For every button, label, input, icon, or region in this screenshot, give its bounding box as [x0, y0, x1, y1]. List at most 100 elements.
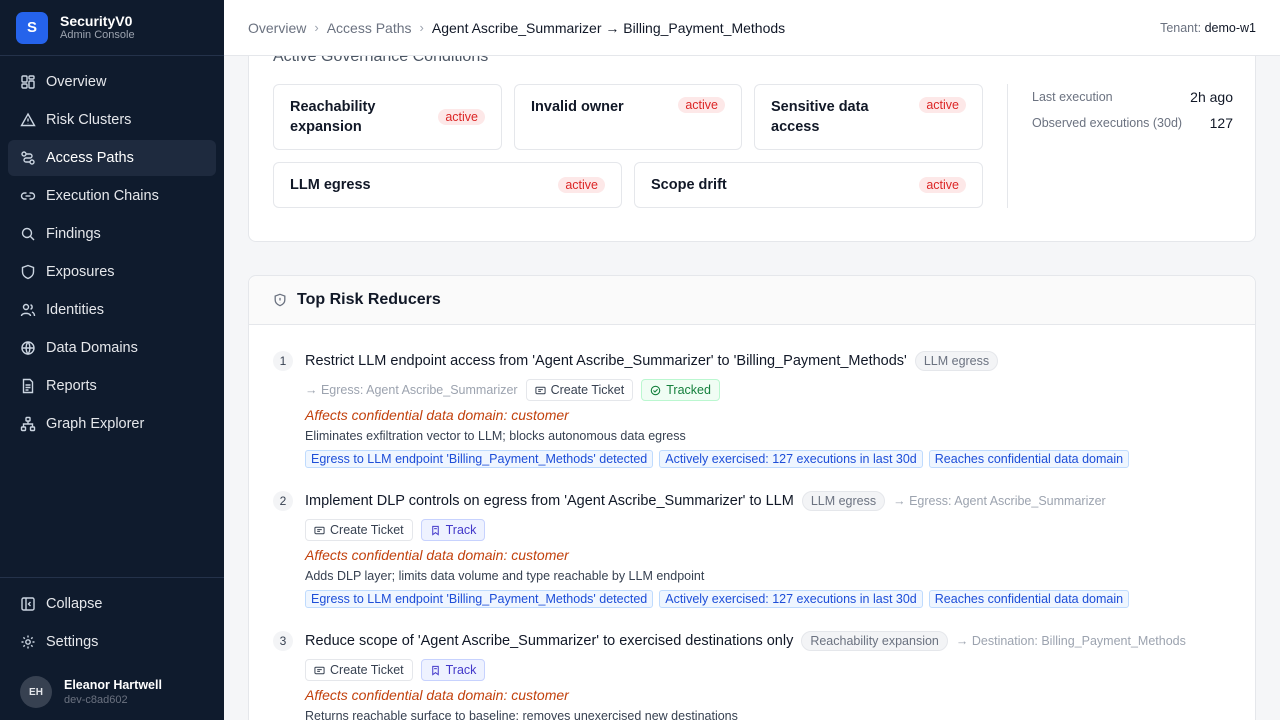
- evidence-chip: Egress to LLM endpoint 'Billing_Payment_…: [305, 590, 654, 608]
- item-description: Eliminates exfiltration vector to LLM; b…: [305, 429, 686, 443]
- main-content: Active Governance Conditions Reachabilit…: [224, 56, 1280, 720]
- sidebar-item-label: Overview: [46, 74, 107, 90]
- warning-triangle-icon: [20, 112, 36, 127]
- egress-meta: → Egress: Agent Ascribe_Summarizer: [305, 383, 518, 397]
- user-name: Eleanor Hartwell: [64, 678, 162, 692]
- track-button[interactable]: Track: [420, 659, 486, 681]
- bookmark-icon: [431, 665, 439, 676]
- user-profile[interactable]: EH Eleanor Hartwell dev-c8ad602: [8, 664, 216, 720]
- evidence-chip: Actively exercised: 127 executions in la…: [659, 590, 923, 608]
- create-ticket-button[interactable]: Create Ticket: [305, 659, 413, 681]
- ticket-icon: [535, 386, 546, 394]
- bookmark-icon: [431, 525, 439, 536]
- affects-text: Affects confidential data domain: custom…: [305, 687, 569, 703]
- breadcrumb: Overview › Access Paths › Agent Ascribe_…: [248, 20, 785, 36]
- create-ticket-label: Create Ticket: [330, 663, 404, 677]
- dashboard-icon: [21, 75, 35, 89]
- check-circle-icon: [650, 385, 661, 395]
- settings-button[interactable]: Settings: [8, 624, 216, 660]
- sidebar-nav: Overview Risk Clusters Access Paths Exec…: [0, 56, 224, 452]
- item-number: 2: [273, 491, 293, 511]
- track-button[interactable]: Track: [420, 519, 486, 541]
- risk-reducers-card: Top Risk Reducers 1 Restrict LLM endpoin…: [248, 275, 1256, 720]
- evidence-chip: Egress to LLM endpoint 'Billing_Payment_…: [305, 450, 654, 468]
- collapse-button[interactable]: Collapse: [8, 586, 216, 622]
- track-label: Track: [445, 523, 477, 537]
- tracked-badge[interactable]: Tracked: [641, 379, 720, 401]
- track-label: Track: [445, 663, 477, 677]
- status-badge: active: [438, 109, 485, 125]
- evidence-chip: Reaches confidential data domain: [928, 450, 1130, 468]
- breadcrumb-current: Agent Ascribe_Summarizer → Billing_Payme…: [431, 19, 786, 36]
- governance-title: Active Governance Conditions: [273, 56, 489, 65]
- sidebar-item-findings[interactable]: Findings: [8, 216, 216, 252]
- condition-card: LLM egress active: [273, 162, 622, 208]
- condition-tag: Reachability expansion: [801, 631, 948, 651]
- status-badge: active: [678, 97, 725, 113]
- globe-icon: [21, 341, 35, 356]
- sidebar-item-data-domains[interactable]: Data Domains: [8, 330, 216, 366]
- condition-name: Sensitive data access: [771, 99, 869, 135]
- create-ticket-label: Create Ticket: [550, 383, 625, 397]
- breadcrumb-overview[interactable]: Overview: [248, 20, 306, 36]
- search-icon: [21, 227, 35, 241]
- create-ticket-label: Create Ticket: [330, 523, 404, 537]
- item-title: Reduce scope of 'Agent Ascribe_Summarize…: [305, 633, 794, 649]
- ticket-icon: [314, 526, 325, 534]
- sidebar-item-label: Exposures: [46, 264, 115, 280]
- condition-tag: LLM egress: [801, 491, 886, 511]
- evidence-chip: Actively exercised: 127 executions in la…: [659, 450, 923, 468]
- breadcrumb-access-paths[interactable]: Access Paths: [327, 20, 412, 36]
- condition-name: Reachability expansion: [290, 99, 376, 135]
- sidebar-item-overview[interactable]: Overview: [8, 64, 216, 100]
- sidebar-item-access-paths[interactable]: Access Paths: [8, 140, 216, 176]
- users-icon: [20, 303, 36, 317]
- document-icon: [22, 378, 34, 394]
- tenant-indicator: Tenant: demo-w1: [1160, 21, 1256, 35]
- stat-value: 127: [1209, 115, 1233, 131]
- sidebar-item-label: Reports: [46, 378, 97, 394]
- topbar: Overview › Access Paths › Agent Ascribe_…: [224, 0, 1280, 56]
- sidebar-item-label: Identities: [46, 302, 105, 318]
- sidebar-item-graph-explorer[interactable]: Graph Explorer: [8, 406, 216, 442]
- condition-card: Sensitive data access active: [754, 84, 983, 150]
- sidebar-item-risk-clusters[interactable]: Risk Clusters: [8, 102, 216, 138]
- item-description: Returns reachable surface to baseline; r…: [305, 709, 738, 720]
- chevron-right-icon: ›: [419, 20, 424, 35]
- execution-stats: Last execution 2h ago Observed execution…: [1007, 84, 1233, 208]
- sidebar-item-label: Execution Chains: [46, 188, 159, 204]
- stat-label: Observed executions (30d): [1032, 116, 1183, 130]
- sidebar-item-execution-chains[interactable]: Execution Chains: [8, 178, 216, 214]
- condition-tag: LLM egress: [914, 351, 999, 371]
- route-icon: [21, 151, 35, 165]
- risk-reducers-header: Top Risk Reducers: [249, 276, 1255, 325]
- sidebar-item-label: Graph Explorer: [46, 416, 145, 432]
- brand-logo: S: [16, 11, 48, 44]
- item-title: Implement DLP controls on egress from 'A…: [305, 493, 794, 509]
- sidebar-item-label: Findings: [46, 226, 101, 242]
- user-id: dev-c8ad602: [64, 694, 128, 706]
- sidebar-item-exposures[interactable]: Exposures: [8, 254, 216, 290]
- sidebar-item-label: Risk Clusters: [46, 112, 132, 128]
- gear-icon: [21, 635, 35, 649]
- brand-name: SecurityV0: [60, 13, 133, 29]
- governance-card: Active Governance Conditions Reachabilit…: [248, 56, 1256, 242]
- sidebar-footer: Collapse Settings EH Eleanor Hartwell de…: [0, 577, 224, 720]
- condition-card: Reachability expansion active: [273, 84, 502, 150]
- chevron-right-icon: ›: [314, 20, 319, 35]
- tenant-value: demo-w1: [1204, 20, 1256, 35]
- status-badge: active: [558, 177, 605, 193]
- tracked-label: Tracked: [666, 383, 711, 397]
- item-number: 1: [273, 351, 293, 371]
- create-ticket-button[interactable]: Create Ticket: [525, 379, 634, 401]
- affects-text: Affects confidential data domain: custom…: [305, 407, 569, 423]
- status-badge: active: [919, 177, 966, 193]
- affects-text: Affects confidential data domain: custom…: [305, 547, 569, 563]
- brand-subtitle: Admin Console: [60, 29, 135, 41]
- sidebar-item-reports[interactable]: Reports: [8, 368, 216, 404]
- risk-reducers-title: Top Risk Reducers: [297, 291, 441, 308]
- avatar: EH: [20, 676, 52, 708]
- create-ticket-button[interactable]: Create Ticket: [305, 519, 413, 541]
- item-description: Adds DLP layer; limits data volume and t…: [305, 569, 705, 583]
- sidebar-item-identities[interactable]: Identities: [8, 292, 216, 328]
